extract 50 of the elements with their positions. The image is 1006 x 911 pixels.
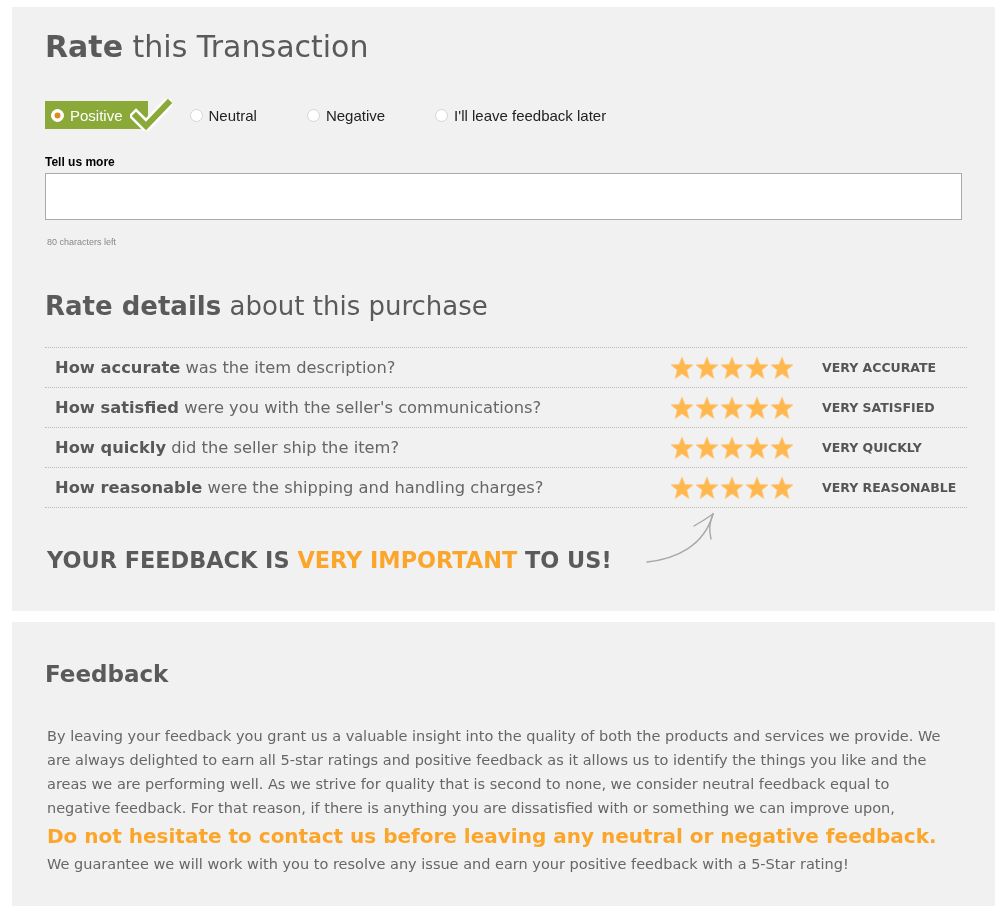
star-icon[interactable] <box>695 395 719 420</box>
rating-label: VERY ACCURATE <box>822 360 938 375</box>
star-icon[interactable] <box>695 355 719 380</box>
details-title: Rate details about this purchase <box>45 290 489 323</box>
comment-field[interactable] <box>45 173 962 220</box>
star-rating[interactable] <box>670 435 794 460</box>
radio-icon <box>51 108 64 122</box>
rating-question: How quickly did the seller ship the item? <box>55 438 401 457</box>
radio-icon <box>306 108 320 122</box>
star-icon[interactable] <box>770 475 794 500</box>
feedback-closing: We guarantee we will work with you to resolve any issue and earn your positive feedback with a 5-Star rating! <box>47 855 850 874</box>
star-icon[interactable] <box>670 475 694 500</box>
star-icon[interactable] <box>745 355 769 380</box>
character-counter: 80 characters left <box>47 236 118 248</box>
feedback-title: Feedback <box>45 660 170 689</box>
rating-title: Rate this Transaction <box>45 28 370 66</box>
rating-label: VERY QUICKLY <box>822 440 923 455</box>
radio-option[interactable]: I'll leave feedback later <box>435 101 607 129</box>
star-icon[interactable] <box>770 435 794 460</box>
comment-label: Tell us more <box>45 155 116 169</box>
rating-question: How reasonable were the shipping and handling charges? <box>55 478 545 497</box>
radio-icon <box>189 108 203 122</box>
star-icon[interactable] <box>770 395 794 420</box>
star-icon[interactable] <box>670 395 694 420</box>
rating-label: VERY SATISFIED <box>822 400 936 415</box>
star-icon[interactable] <box>745 395 769 420</box>
star-icon[interactable] <box>695 475 719 500</box>
rating-question: How satisfied were you with the seller's communications? <box>55 398 543 417</box>
star-icon[interactable] <box>720 475 744 500</box>
star-rating[interactable] <box>670 355 794 380</box>
star-icon[interactable] <box>720 355 744 380</box>
importance-heading: YOUR FEEDBACK IS VERY IMPORTANT TO US! <box>47 546 612 575</box>
star-icon[interactable] <box>695 435 719 460</box>
feedback-highlight: Do not hesitate to contact us before leaving any neutral or negative feedback. <box>47 823 937 850</box>
star-icon[interactable] <box>670 355 694 380</box>
radio-option[interactable]: Negative <box>306 101 386 129</box>
rating-question: How accurate was the item description? <box>55 358 397 377</box>
star-icon[interactable] <box>745 435 769 460</box>
checkmark-icon <box>129 99 172 131</box>
star-icon[interactable] <box>745 475 769 500</box>
feedback-paragraph: By leaving your feedback you grant us a valuable insight into the quality of both the products and services we provide. We are always delighted to earn all 5-star ratings and positive feedback as it allows us to identify the things you like and the areas we are performing well. As we strive for quality that is second to none, we consider neutral feedback equal to negative feedback. For that reason, if there is anything you are dissatisfied with or something we can improve upon, <box>47 727 942 818</box>
radio-option[interactable]: Neutral <box>189 101 257 129</box>
star-icon[interactable] <box>770 355 794 380</box>
star-rating[interactable] <box>670 475 794 500</box>
radio-icon <box>435 108 449 122</box>
rating-label: VERY REASONABLE <box>822 480 958 495</box>
star-rating[interactable] <box>670 395 794 420</box>
star-icon[interactable] <box>720 395 744 420</box>
star-icon[interactable] <box>720 435 744 460</box>
star-icon[interactable] <box>670 435 694 460</box>
